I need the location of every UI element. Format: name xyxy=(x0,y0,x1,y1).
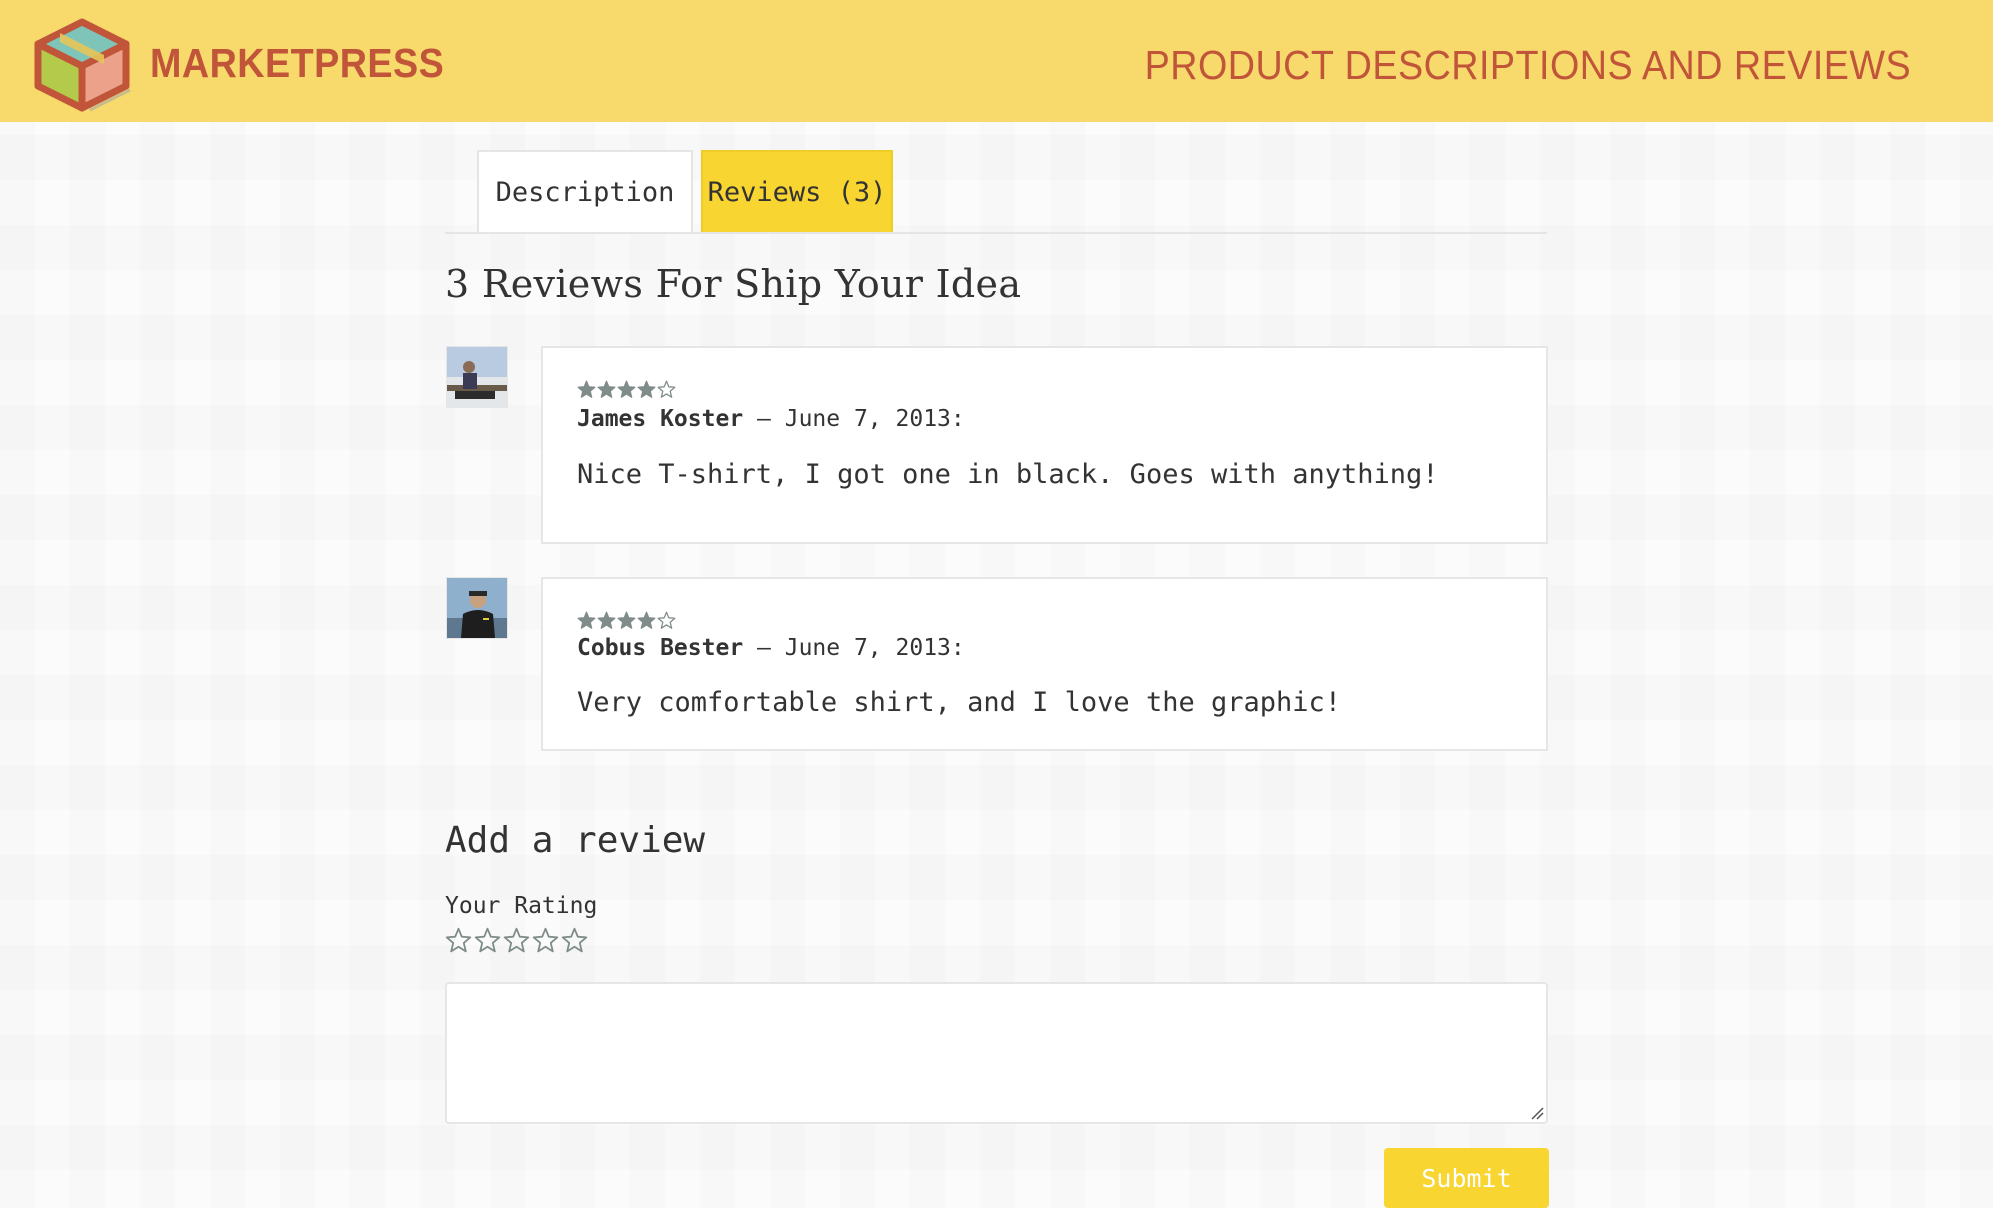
star-filled-icon xyxy=(637,380,656,398)
tab-reviews[interactable]: Reviews (3) xyxy=(701,150,893,232)
add-review-heading: Add a review xyxy=(445,820,706,861)
star-filled-icon xyxy=(617,611,636,629)
review-date: – June 7, 2013: xyxy=(757,635,965,661)
star-empty-icon xyxy=(657,380,676,398)
star-filled-icon xyxy=(597,380,616,398)
star-filled-icon xyxy=(617,380,636,398)
star-empty-icon[interactable] xyxy=(445,927,472,954)
review-card: James Koster – June 7, 2013: Nice T-shir… xyxy=(541,346,1548,544)
star-empty-icon xyxy=(657,611,676,629)
review-author: Cobus Bester xyxy=(577,635,744,661)
review-textarea[interactable] xyxy=(445,982,1548,1124)
site-tagline: PRODUCT DESCRIPTIONS AND REVIEWS xyxy=(1144,42,1911,88)
star-empty-icon[interactable] xyxy=(503,927,530,954)
review-rating-stars xyxy=(577,380,676,399)
star-filled-icon xyxy=(637,611,656,629)
tab-description[interactable]: Description xyxy=(477,150,693,232)
star-empty-icon[interactable] xyxy=(532,927,559,954)
star-filled-icon xyxy=(577,380,596,398)
submit-button[interactable]: Submit xyxy=(1384,1148,1549,1208)
review-meta: James Koster – June 7, 2013: xyxy=(577,406,965,432)
review-card: Cobus Bester – June 7, 2013: Very comfor… xyxy=(541,577,1548,751)
resize-grip-icon[interactable] xyxy=(1530,1106,1544,1120)
review-author: James Koster xyxy=(577,406,744,432)
star-empty-icon[interactable] xyxy=(561,927,588,954)
reviews-heading: 3 Reviews For Ship Your Idea xyxy=(445,262,1022,306)
review-rating-stars xyxy=(577,611,676,630)
review-meta: Cobus Bester – June 7, 2013: xyxy=(577,635,965,661)
review-date: – June 7, 2013: xyxy=(757,406,965,432)
rating-input[interactable] xyxy=(445,927,588,954)
product-tabs: Description Reviews (3) xyxy=(445,150,1547,234)
star-empty-icon[interactable] xyxy=(474,927,501,954)
reviewer-avatar xyxy=(446,577,508,639)
star-filled-icon xyxy=(597,611,616,629)
reviewer-avatar xyxy=(446,346,508,408)
star-filled-icon xyxy=(577,611,596,629)
rating-label: Your Rating xyxy=(445,893,598,919)
review-text: Nice T-shirt, I got one in black. Goes w… xyxy=(577,459,1439,490)
site-brand[interactable]: MARKETPRESS xyxy=(150,40,444,87)
review-text: Very comfortable shirt, and I love the g… xyxy=(577,687,1342,718)
site-header: MARKETPRESS PRODUCT DESCRIPTIONS AND REV… xyxy=(0,0,1993,122)
cube-box-icon[interactable] xyxy=(30,18,134,112)
